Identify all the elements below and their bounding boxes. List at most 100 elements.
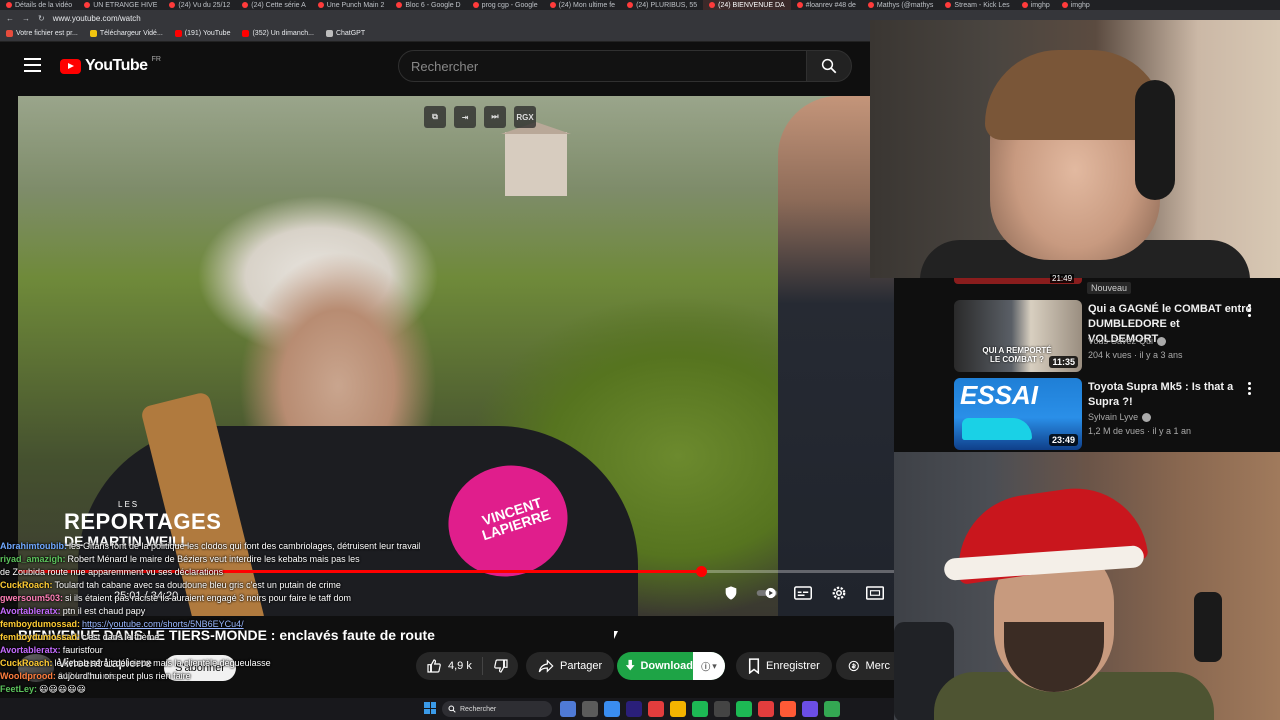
chat-message: Avortableratx: ptn il est chaud papy (0, 605, 420, 618)
enter-icon[interactable]: ⇥ (454, 106, 476, 128)
subtitles-icon[interactable] (792, 584, 814, 602)
share-icon (538, 659, 554, 673)
chat-text: Robert Ménard le maire de Béziers veut i… (67, 554, 360, 564)
thumbs-down-icon (494, 659, 508, 673)
taskbar-app-icon[interactable] (758, 701, 774, 717)
back-icon[interactable]: ← (6, 14, 14, 23)
tab-favicon-icon (84, 2, 91, 8)
youtube-logo[interactable]: YouTube FR (60, 56, 161, 75)
taskbar-app-icon[interactable] (626, 701, 642, 717)
search-input[interactable]: Rechercher (398, 50, 808, 82)
player-right-controls (720, 584, 886, 602)
forward-icon[interactable]: → (22, 14, 30, 23)
browser-tab[interactable]: Mathys (@mathys (862, 0, 940, 10)
taskbar-app-icon[interactable] (692, 701, 708, 717)
miniplayer-icon[interactable] (864, 584, 886, 602)
chat-username[interactable]: FeetLey: (0, 684, 37, 694)
video-thumbnail[interactable]: QUI A REMPORTÉ LE COMBAT ? 11:35 (954, 300, 1082, 372)
bookmark-item[interactable]: ChatGPT (325, 30, 365, 37)
chat-username[interactable]: CuckRoach: (0, 658, 53, 668)
like-button[interactable]: 4,9 k (416, 657, 483, 675)
thumbnail-caption: QUI A REMPORTÉ LE COMBAT ? (982, 346, 1052, 364)
browser-tab[interactable]: Une Punch Main 2 (312, 0, 391, 10)
browser-tab[interactable]: (24) Cette série A (236, 0, 311, 10)
browser-tab[interactable]: prog cgp - Google (467, 0, 544, 10)
chat-username[interactable]: femboydumossad: (0, 632, 80, 642)
browser-tab[interactable]: Bloc 6 - Google D (390, 0, 466, 10)
windows-start-icon[interactable] (424, 702, 436, 714)
shield-icon[interactable] (720, 584, 742, 602)
taskbar-app-icon[interactable] (604, 701, 620, 717)
chat-username[interactable]: Wooldprood: (0, 671, 56, 681)
browser-tab[interactable]: #loanrev #48 de (791, 0, 862, 10)
chevron-down-icon: ▾ (712, 660, 717, 671)
more-options-icon[interactable] (1248, 382, 1252, 397)
chat-message: de Zoubida route nue apparemment vu ses … (0, 566, 420, 579)
browser-tab[interactable]: (24) Vu du 25/12 (163, 0, 236, 10)
save-button[interactable]: Enregistrer (736, 652, 832, 680)
bookmark-item[interactable]: (352) Un dimanch... (242, 30, 314, 37)
search-placeholder: Rechercher (411, 58, 479, 74)
tab-label: Mathys (@mathys (876, 1, 934, 9)
autoplay-toggle-icon[interactable] (756, 584, 778, 602)
taskbar-app-icon[interactable] (802, 701, 818, 717)
chat-username[interactable]: gwersoum503: (0, 593, 63, 603)
skip-icon[interactable]: ⏭ (484, 106, 506, 128)
windows-taskbar: Rechercher (0, 698, 894, 720)
download-button[interactable]: Download (617, 652, 693, 680)
rgx-button[interactable]: RGX (514, 106, 536, 128)
channel-name[interactable]: Sylvain Lyve (1088, 412, 1152, 422)
reload-icon[interactable]: ↻ (38, 14, 45, 23)
browser-tab[interactable]: imghp (1056, 0, 1096, 10)
browser-tab[interactable]: Stream - Kick Les (939, 0, 1015, 10)
taskbar-search[interactable]: Rechercher (442, 701, 552, 717)
chat-username[interactable]: femboydumossad: (0, 619, 80, 629)
taskbar-app-icon[interactable] (780, 701, 796, 717)
bookmark-item[interactable]: Votre fichier est pr... (6, 30, 78, 37)
chat-text: de Zoubida route nue apparemment vu ses … (0, 567, 224, 577)
browser-tab[interactable]: (24) BIENVENUE DA (703, 0, 791, 10)
share-button[interactable]: Partager (526, 652, 615, 680)
chat-username[interactable]: CuckRoach: (0, 580, 53, 590)
chat-username[interactable]: Abrahimtoubib: (0, 541, 67, 551)
tab-favicon-icon (1021, 2, 1028, 8)
browser-tab[interactable]: (24) PLURIBUS, 55 (621, 0, 703, 10)
thanks-button[interactable]: Merc (836, 652, 894, 680)
download-arrow-icon (625, 659, 635, 671)
taskbar-app-icon[interactable] (714, 701, 730, 717)
browser-tab[interactable]: imghp (1016, 0, 1056, 10)
taskbar-app-icon[interactable] (560, 701, 576, 717)
recommended-video[interactable]: ESSAI 23:49 Toyota Supra Mk5 : Is that a… (954, 378, 1274, 450)
taskbar-app-icon[interactable] (648, 701, 664, 717)
bookmark-icon (748, 658, 760, 674)
taskbar-app-icon[interactable] (824, 701, 840, 717)
tab-label: Bloc 6 - Google D (405, 1, 461, 9)
settings-gear-icon[interactable] (828, 584, 850, 602)
popout-icon[interactable]: ⧉ (424, 106, 446, 128)
dislike-button[interactable] (483, 658, 509, 674)
url-text[interactable]: www.youtube.com/watch (53, 14, 141, 23)
channel-name[interactable]: Vous-Savez-Qui (1088, 336, 1167, 346)
chat-username[interactable]: Avortableratx: (0, 606, 61, 616)
taskbar-app-icon[interactable] (582, 701, 598, 717)
video-thumbnail[interactable]: ESSAI 23:49 (954, 378, 1082, 450)
bookmark-item[interactable]: (191) YouTube (174, 30, 230, 37)
video-title[interactable]: Toyota Supra Mk5 : Is that a Supra ?! (1088, 380, 1256, 410)
browser-tab[interactable]: UN ETRANGE HIVE (78, 0, 163, 10)
stream-chat-overlay: Abrahimtoubib: les Gitans font de la poli… (0, 540, 420, 720)
chat-link[interactable]: https://youtube.com/shorts/5NB6EYCu4/ (82, 619, 244, 629)
search-button[interactable] (806, 50, 852, 82)
taskbar-app-icon[interactable] (670, 701, 686, 717)
recommended-video[interactable]: QUI A REMPORTÉ LE COMBAT ? 11:35 Qui a G… (954, 300, 1274, 372)
progress-scrubber[interactable] (696, 566, 707, 577)
chat-username[interactable]: riyad_amazigh: (0, 554, 66, 564)
more-options-icon[interactable] (1248, 304, 1252, 319)
video-player[interactable]: VINCENT LAPIERRE ⧉ ⇥ ⏭ RGX LES REPORTAGE… (18, 96, 894, 616)
chat-username[interactable]: Avortableratx: (0, 645, 61, 655)
browser-tab[interactable]: Détails de la vidéo (0, 0, 78, 10)
taskbar-app-icon[interactable] (736, 701, 752, 717)
download-options-button[interactable]: ⓘ ▾ (693, 652, 725, 680)
browser-tab[interactable]: (24) Mon ultime fe (544, 0, 621, 10)
bookmark-item[interactable]: Téléchargeur Vidé... (89, 30, 163, 37)
menu-icon[interactable] (24, 58, 41, 72)
